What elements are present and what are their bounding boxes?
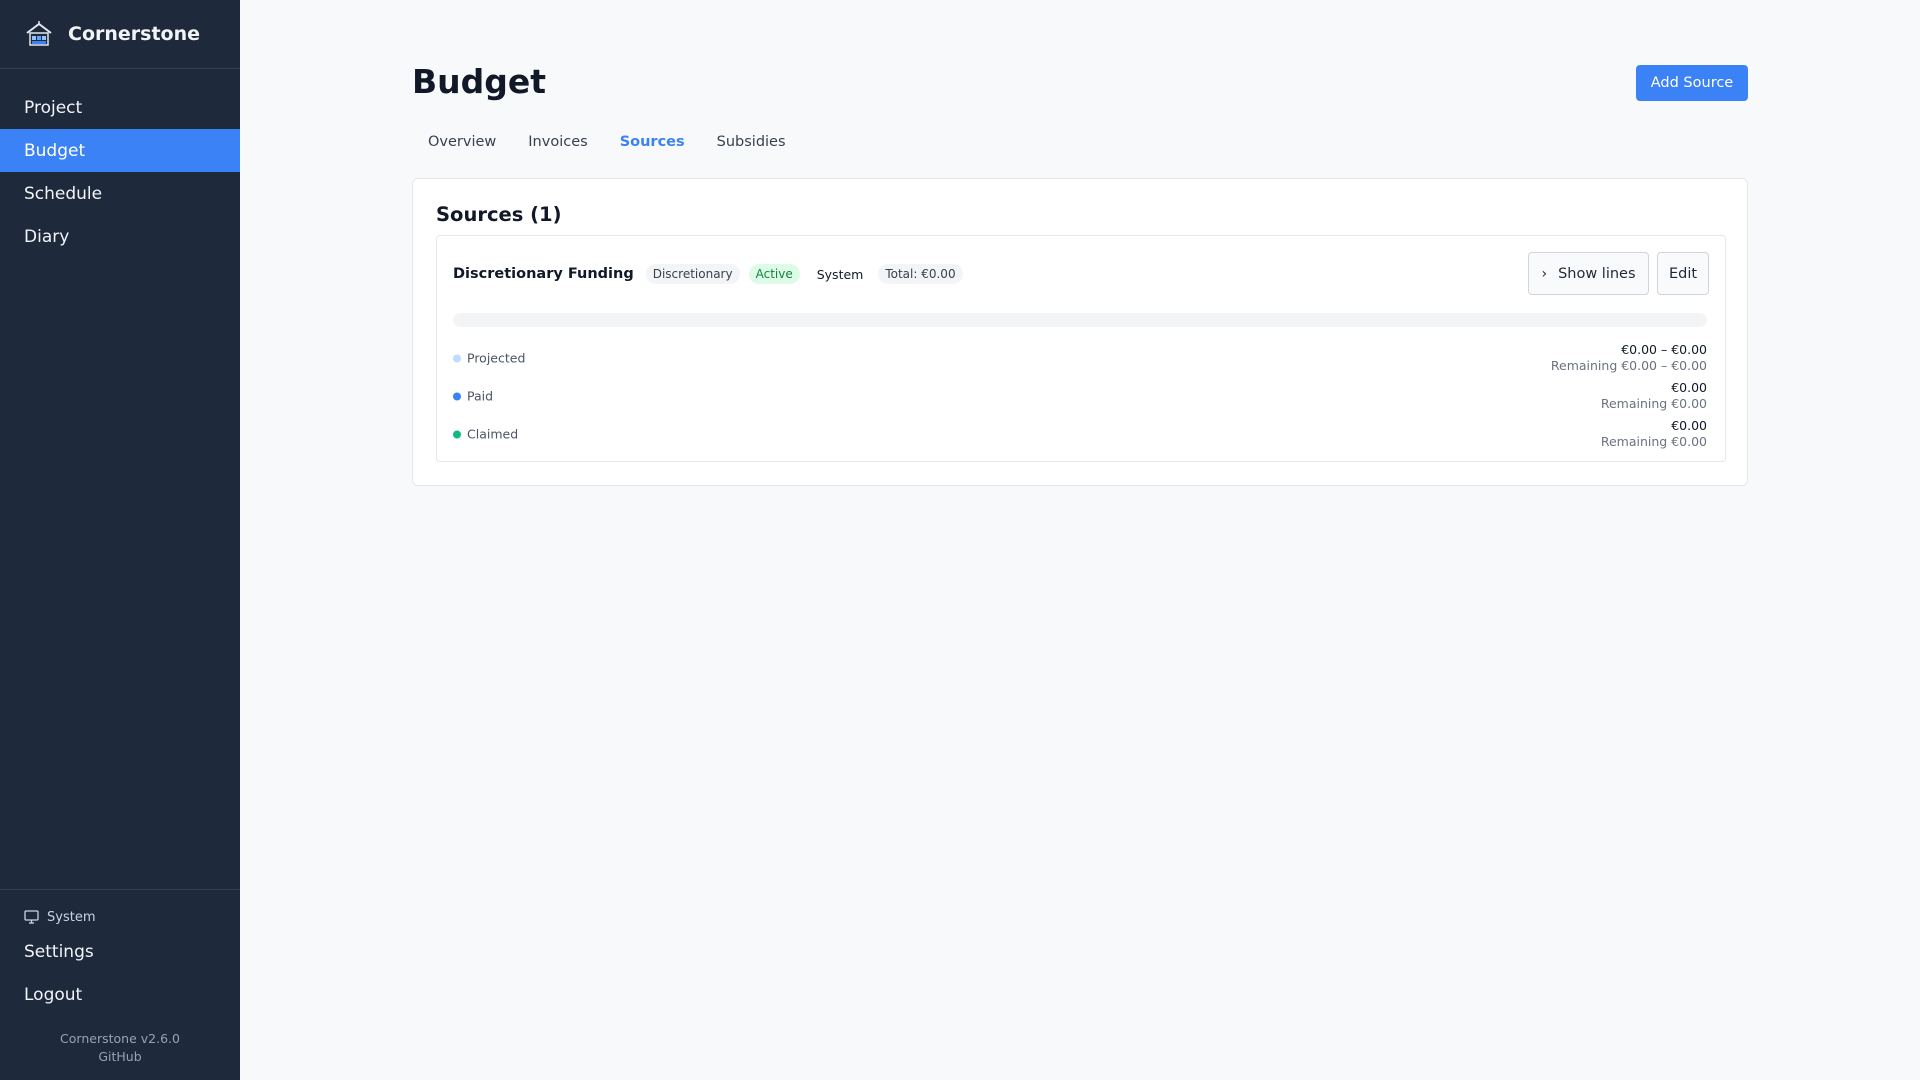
metric-projected-remaining: Remaining €0.00 – €0.00 <box>1550 358 1707 373</box>
sources-heading: Sources (1) <box>436 203 562 226</box>
sidebar-item-schedule[interactable]: Schedule <box>0 172 240 215</box>
add-source-button[interactable]: Add Source <box>1636 65 1748 101</box>
theme-toggle[interactable]: System <box>0 904 240 930</box>
tab-subsidies[interactable]: Subsidies <box>717 134 786 150</box>
tab-invoices[interactable]: Invoices <box>528 134 587 150</box>
theme-label: System <box>47 909 96 925</box>
metric-values-projected: €0.00 – €0.00 Remaining €0.00 – €0.00 <box>1551 342 1707 374</box>
version-block: Cornerstone v2.6.0 GitHub <box>0 1016 240 1080</box>
show-lines-button[interactable]: › Show lines <box>1528 252 1649 295</box>
sidebar-item-logout[interactable]: Logout <box>0 973 240 1016</box>
metric-label-projected: Projected <box>453 351 525 366</box>
tab-overview[interactable]: Overview <box>428 134 496 150</box>
metric-values-claimed: €0.00 Remaining €0.00 <box>1601 418 1707 450</box>
sidebar: Cornerstone Project Budget Schedule Diar… <box>0 0 240 1080</box>
edit-button[interactable]: Edit <box>1657 252 1709 295</box>
metric-label-claimed: Claimed <box>453 427 518 442</box>
page-title: Budget <box>412 62 547 101</box>
monitor-icon <box>24 910 39 924</box>
projected-dot-icon <box>453 354 461 362</box>
source-progress-bar <box>453 313 1707 327</box>
version-text: Cornerstone v2.6.0 <box>60 1031 180 1046</box>
sources-card: Sources (1) Discretionary Funding Discre… <box>412 178 1748 486</box>
source-header: Discretionary Funding Discretionary Acti… <box>453 264 972 284</box>
house-logo-icon <box>26 21 52 46</box>
metric-label-paid: Paid <box>453 389 493 404</box>
sidebar-item-budget[interactable]: Budget <box>0 129 240 172</box>
budget-tabs: Overview Invoices Sources Subsidies <box>428 134 818 150</box>
source-owner: System <box>816 266 864 282</box>
sidebar-item-settings[interactable]: Settings <box>0 930 240 973</box>
metric-claimed-amount: €0.00 <box>1671 418 1707 433</box>
metric-paid-remaining: Remaining €0.00 <box>1600 396 1707 411</box>
status-badge: Active <box>748 264 800 284</box>
metric-paid-amount: €0.00 <box>1671 380 1707 395</box>
source-type-badge: Discretionary <box>645 264 740 284</box>
claimed-dot-icon <box>453 430 461 438</box>
source-name: Discretionary Funding <box>453 266 634 282</box>
metric-projected-amount: €0.00 – €0.00 <box>1621 342 1707 357</box>
paid-dot-icon <box>453 392 461 400</box>
metric-paid-label: Paid <box>467 388 494 404</box>
show-lines-label: Show lines <box>1558 265 1636 282</box>
metric-claimed-label: Claimed <box>467 426 519 442</box>
metric-row-claimed: Claimed €0.00 Remaining €0.00 <box>453 418 1707 450</box>
sidebar-footer: System Settings Logout Cornerstone v2.6.… <box>0 889 240 1080</box>
metric-values-paid: €0.00 Remaining €0.00 <box>1601 380 1707 412</box>
sidebar-item-project[interactable]: Project <box>0 86 240 129</box>
source-item: Discretionary Funding Discretionary Acti… <box>436 235 1726 462</box>
metric-claimed-remaining: Remaining €0.00 <box>1600 434 1707 449</box>
metric-row-projected: Projected €0.00 – €0.00 Remaining €0.00 … <box>453 342 1707 374</box>
brand-name: Cornerstone <box>68 23 201 45</box>
metric-projected-label: Projected <box>467 350 526 366</box>
sidebar-item-diary[interactable]: Diary <box>0 215 240 258</box>
brand[interactable]: Cornerstone <box>0 0 240 69</box>
chevron-right-icon: › <box>1541 265 1548 282</box>
source-actions: › Show lines Edit <box>1528 252 1709 295</box>
main-nav: Project Budget Schedule Diary <box>0 86 240 258</box>
tab-sources[interactable]: Sources <box>620 134 685 150</box>
metric-row-paid: Paid €0.00 Remaining €0.00 <box>453 380 1707 412</box>
source-total-badge: Total: €0.00 <box>878 264 963 284</box>
github-link[interactable]: GitHub <box>0 1048 240 1066</box>
